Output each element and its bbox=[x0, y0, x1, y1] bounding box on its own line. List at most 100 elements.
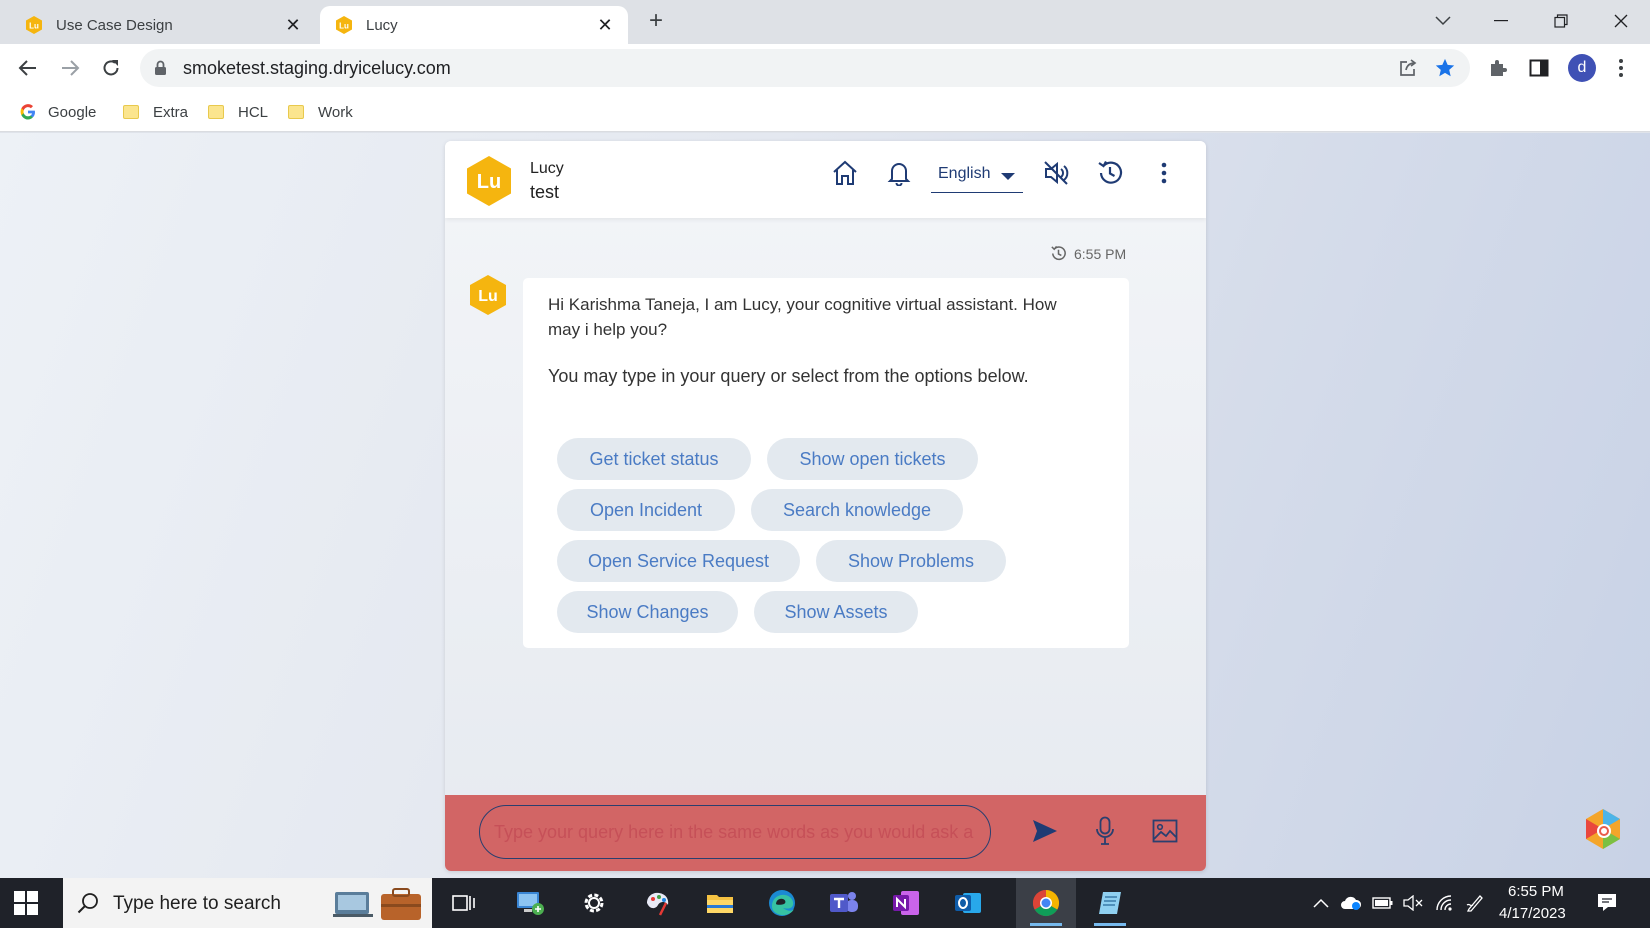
minimize-icon[interactable] bbox=[1486, 8, 1516, 34]
search-placeholder: Type here to search bbox=[113, 893, 281, 914]
back-icon[interactable] bbox=[14, 54, 42, 82]
bookmark-label: HCL bbox=[238, 103, 269, 121]
snip-sketch-icon[interactable] bbox=[628, 878, 688, 928]
taskbar-search[interactable]: Type here to search bbox=[63, 878, 432, 928]
svg-text:Lu: Lu bbox=[478, 288, 498, 305]
brand-subtitle: test bbox=[530, 182, 560, 202]
close-tab-icon[interactable]: ✕ bbox=[596, 15, 614, 35]
folder-icon bbox=[208, 105, 224, 119]
volume-muted-icon[interactable] bbox=[1402, 893, 1424, 913]
close-window-icon[interactable] bbox=[1606, 8, 1636, 34]
timestamp-text: 6:55 PM bbox=[1074, 245, 1127, 262]
tray-chevron-up-icon[interactable] bbox=[1310, 893, 1332, 913]
profile-avatar[interactable]: d bbox=[1568, 54, 1596, 82]
share-icon[interactable] bbox=[1398, 58, 1418, 78]
notification-center-icon[interactable] bbox=[1596, 892, 1618, 912]
outlook-icon[interactable] bbox=[938, 878, 998, 928]
svg-text:Lu: Lu bbox=[29, 22, 39, 31]
search-highlight-art-icon bbox=[333, 888, 421, 920]
onedrive-cloud-icon[interactable] bbox=[1340, 893, 1362, 913]
new-tab-button[interactable]: + bbox=[644, 9, 668, 34]
chrome-icon[interactable] bbox=[1016, 878, 1076, 928]
bookmarks-bar: Google Extra HCL Work bbox=[0, 92, 1650, 132]
greeting-text: Hi Karishma Taneja, I am Lucy, your cogn… bbox=[548, 295, 1057, 339]
tab-use-case-design[interactable]: Lu Use Case Design ✕ bbox=[10, 6, 316, 44]
tab-lucy[interactable]: Lu Lucy ✕ bbox=[320, 6, 628, 44]
lucy-favicon-icon: Lu bbox=[26, 16, 42, 34]
wifi-icon[interactable] bbox=[1434, 893, 1456, 913]
remote-desktop-icon[interactable] bbox=[500, 878, 560, 928]
browser-tab-strip: Lu Use Case Design ✕ Lu Lucy ✕ + bbox=[0, 0, 1650, 44]
taskbar-clock-date[interactable]: 4/17/2023 bbox=[1499, 905, 1566, 922]
bookmark-work[interactable]: Work bbox=[288, 100, 353, 124]
pen-ink-icon[interactable] bbox=[1464, 893, 1486, 913]
option-open-incident[interactable]: Open Incident bbox=[557, 489, 735, 531]
query-input[interactable] bbox=[479, 805, 991, 859]
message-timestamp: 6:55 PM bbox=[1049, 244, 1126, 263]
notifications-bell-icon[interactable] bbox=[883, 157, 915, 189]
browser-menu-icon[interactable] bbox=[1607, 54, 1635, 82]
mute-speaker-icon[interactable] bbox=[1040, 157, 1072, 189]
file-explorer-icon[interactable] bbox=[690, 878, 750, 928]
image-upload-icon[interactable] bbox=[1149, 815, 1181, 847]
chevron-down-icon bbox=[1001, 173, 1015, 180]
google-icon bbox=[20, 104, 35, 120]
option-show-open-tickets[interactable]: Show open tickets bbox=[767, 438, 978, 480]
bookmark-hcl[interactable]: HCL bbox=[208, 100, 268, 124]
more-options-icon[interactable] bbox=[1148, 157, 1180, 189]
lock-icon bbox=[155, 60, 166, 75]
side-panel-icon[interactable] bbox=[1525, 54, 1553, 82]
edge-browser-icon[interactable] bbox=[752, 878, 812, 928]
address-bar[interactable]: smoketest.staging.dryicelucy.com bbox=[140, 49, 1470, 87]
microphone-icon[interactable] bbox=[1089, 815, 1121, 847]
tab-search-chevron-icon[interactable] bbox=[1428, 8, 1458, 34]
option-show-assets[interactable]: Show Assets bbox=[754, 591, 918, 633]
bot-avatar: Lu bbox=[470, 275, 506, 315]
restore-icon[interactable] bbox=[1546, 8, 1576, 34]
assistant-launcher-icon[interactable] bbox=[1580, 806, 1626, 852]
send-icon[interactable] bbox=[1029, 815, 1061, 847]
history-icon[interactable] bbox=[1094, 157, 1126, 189]
task-view-icon[interactable] bbox=[434, 878, 494, 928]
option-search-knowledge[interactable]: Search knowledge bbox=[751, 489, 963, 531]
tab-title: Lucy bbox=[366, 16, 398, 34]
clock-history-icon bbox=[1051, 245, 1066, 261]
tab-title: Use Case Design bbox=[56, 16, 173, 34]
svg-text:Lu: Lu bbox=[477, 171, 501, 193]
teams-icon[interactable] bbox=[814, 878, 874, 928]
bookmark-label: Google bbox=[48, 103, 97, 121]
battery-icon[interactable] bbox=[1372, 893, 1394, 913]
home-icon[interactable] bbox=[829, 157, 861, 189]
language-select[interactable]: English bbox=[931, 155, 1023, 193]
reload-icon[interactable] bbox=[97, 54, 125, 82]
browser-toolbar: smoketest.staging.dryicelucy.com d bbox=[0, 44, 1650, 92]
windows-start-icon[interactable] bbox=[14, 891, 38, 915]
brand-name: Lucy bbox=[530, 160, 564, 177]
taskbar-clock-time[interactable]: 6:55 PM bbox=[1508, 883, 1564, 900]
settings-gear-icon[interactable] bbox=[564, 878, 624, 928]
option-show-problems[interactable]: Show Problems bbox=[816, 540, 1006, 582]
lucy-favicon-icon: Lu bbox=[336, 16, 352, 34]
option-show-changes[interactable]: Show Changes bbox=[557, 591, 738, 633]
bookmark-label: Extra bbox=[153, 103, 189, 121]
bot-message-bubble: Hi Karishma Taneja, I am Lucy, your cogn… bbox=[523, 278, 1129, 648]
extensions-icon[interactable] bbox=[1484, 54, 1512, 82]
url-text: smoketest.staging.dryicelucy.com bbox=[183, 58, 451, 78]
notepad-icon[interactable] bbox=[1080, 878, 1140, 928]
chat-input-bar bbox=[445, 795, 1206, 871]
option-open-service-request[interactable]: Open Service Request bbox=[557, 540, 800, 582]
bookmark-google[interactable]: Google bbox=[20, 100, 96, 124]
folder-icon bbox=[123, 105, 139, 119]
forward-icon[interactable] bbox=[56, 54, 84, 82]
onenote-icon[interactable] bbox=[876, 878, 936, 928]
chat-header: Lu Lucy test English bbox=[445, 141, 1206, 218]
lucy-chat-window: Lu Lucy test English 6:55 PM Lu Hi Karis… bbox=[445, 141, 1206, 871]
bookmark-star-icon[interactable] bbox=[1434, 57, 1456, 79]
bookmark-extra[interactable]: Extra bbox=[123, 100, 188, 124]
svg-text:Lu: Lu bbox=[339, 22, 349, 31]
option-get-ticket-status[interactable]: Get ticket status bbox=[557, 438, 751, 480]
bookmark-label: Work bbox=[318, 103, 353, 121]
close-tab-icon[interactable]: ✕ bbox=[284, 15, 302, 35]
prompt-text: You may type in your query or select fro… bbox=[548, 366, 1029, 386]
windows-taskbar: Type here to search 6:55 PM 4/17/2023 bbox=[0, 878, 1650, 928]
